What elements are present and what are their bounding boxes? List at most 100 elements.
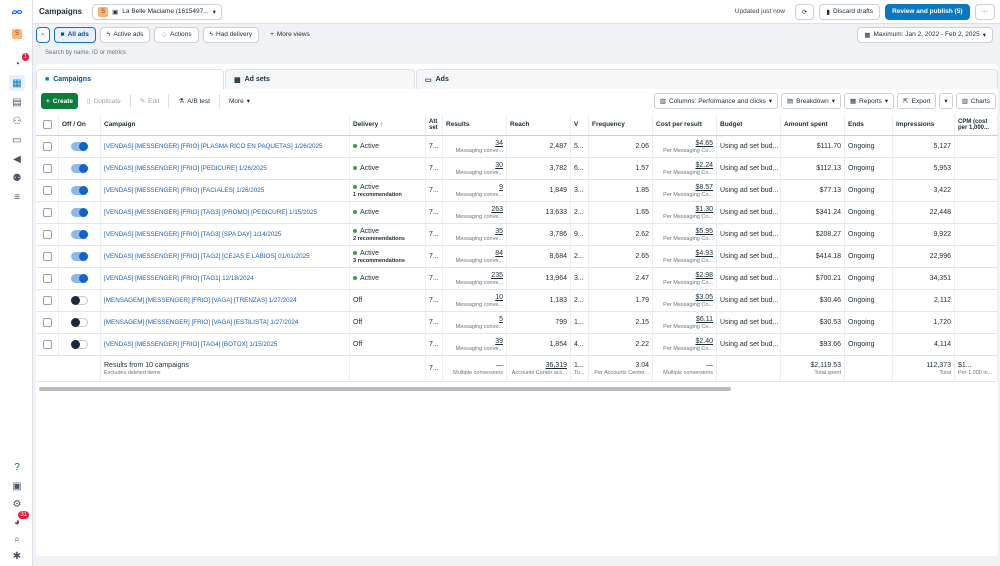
table-grid-icon[interactable]: ▦ [9, 75, 25, 91]
search-icon[interactable]: ⌕ [9, 531, 25, 547]
col-budget[interactable]: Budget [717, 114, 781, 135]
row-checkbox[interactable] [42, 186, 52, 195]
campaign-name-link[interactable]: [VENDAS] [MESSENGER] [FRIO] [PEDICURE] 1… [104, 165, 346, 172]
campaign-toggle[interactable] [71, 252, 88, 261]
row-checkbox[interactable] [42, 296, 52, 305]
table-row[interactable]: [VENDAS] [MESSENGER] [FRIO] [TAG2] [CEJA… [36, 246, 998, 268]
review-publish-button[interactable]: Review and publish (5) [885, 3, 970, 20]
row-checkbox[interactable] [42, 208, 52, 217]
col-ends[interactable]: Ends [845, 114, 893, 135]
col-frequency[interactable]: Frequency [589, 114, 653, 135]
col-attribution[interactable]: Att set [426, 114, 443, 135]
campaign-name-link[interactable]: [MENSAGEM] [MESSENGER] [FRIO] [VAGA] [TR… [104, 297, 346, 304]
reports-dropdown[interactable]: ▦ Reports ▾ [843, 93, 895, 109]
megaphone-icon[interactable]: ◀ [9, 151, 25, 167]
table-row[interactable]: [VENDAS] [MESSENGER] [FRIO] [PLASMA RICO… [36, 136, 998, 158]
account-selector[interactable]: S ▣ La Belle Maciame (1615497... ▾ [92, 3, 222, 20]
row-checkbox[interactable] [42, 318, 52, 327]
row-checkbox[interactable] [42, 274, 52, 283]
date-range-picker[interactable]: ▦ Maximum: Jan 2, 2022 - Feb 2, 2025 ▾ [857, 26, 993, 43]
col-cost-per-result[interactable]: Cost per result [653, 114, 717, 135]
had-delivery-chip[interactable]: ϟ Had delivery [202, 26, 260, 43]
col-results[interactable]: Results [443, 114, 507, 135]
campaign-name-link[interactable]: [VENDAS] [MESSENGER] [FRIO] [TAG3] [PROM… [104, 209, 346, 216]
col-amount-spent[interactable]: Amount spent [781, 114, 845, 135]
row-checkbox[interactable] [42, 164, 52, 173]
table-row[interactable]: [MENSAGEM] [MESSENGER] [FRIO] [VAGA] [TR… [36, 290, 998, 312]
refresh-button[interactable]: ⟳ [794, 3, 815, 20]
table-row[interactable]: [VENDAS] [MESSENGER] [FRIO] [TAG3] [SPA … [36, 224, 998, 246]
notifications-icon[interactable]: ◔ 1 [9, 53, 29, 72]
campaign-toggle[interactable] [71, 274, 88, 283]
col-cpm[interactable]: CPM (cost per 1,000... [955, 114, 998, 135]
export-button[interactable]: ⇱ Export [897, 93, 937, 109]
col-campaign[interactable]: Campaign [101, 114, 350, 135]
campaign-toggle[interactable] [71, 340, 88, 349]
campaign-toggle[interactable] [71, 142, 88, 151]
more-dropdown[interactable]: More ▾ [224, 93, 255, 109]
edit-button[interactable]: ✎ Edit [135, 93, 165, 109]
search-toggle-button[interactable]: ⌕ [36, 26, 50, 43]
campaign-toggle[interactable] [71, 296, 88, 305]
all-ads-chip[interactable]: ■ All ads [53, 26, 96, 43]
campaign-name-link[interactable]: [VENDAS] [MESSENGER] [FRIO] [TAG1] 12/18… [104, 275, 346, 282]
horizontal-scrollbar[interactable] [39, 387, 731, 391]
breakdown-dropdown[interactable]: ▤ Breakdown ▾ [781, 93, 841, 109]
campaign-name-link[interactable]: [VENDAS] [MESSENGER] [FRIO] [PLASMA RICO… [104, 143, 346, 150]
table-row[interactable]: [VENDAS] [MESSENGER] [FRIO] [TAG4] [BOTO… [36, 334, 998, 356]
more-views-button[interactable]: + More views [263, 27, 317, 43]
people-icon[interactable]: ⚉ [9, 170, 25, 186]
columns-dropdown[interactable]: ▥ Columns: Performance and clicks ▾ [653, 93, 779, 109]
table-row[interactable]: [VENDAS] [MESSENGER] [FRIO] [PEDICURE] 1… [36, 158, 998, 180]
recommendation-link[interactable]: 3 recommendations [353, 258, 422, 264]
table-row[interactable]: [VENDAS] [MESSENGER] [FRIO] [FACIALES] 1… [36, 180, 998, 202]
campaign-name-link[interactable]: [VENDAS] [MESSENGER] [FRIO] [TAG2] [CEJA… [104, 253, 346, 260]
campaign-name-link[interactable]: [VENDAS] [MESSENGER] [FRIO] [TAG3] [SPA … [104, 231, 346, 238]
tab-ad-sets[interactable]: ▦ Ad sets [225, 69, 415, 89]
meta-logo-icon[interactable] [9, 4, 25, 20]
settings-icon[interactable]: ⚙ [9, 496, 25, 512]
col-offon[interactable]: Off / On [59, 114, 101, 135]
help-icon[interactable]: ? [9, 459, 25, 475]
charts-button[interactable]: ▥ Charts [955, 93, 996, 109]
col-reach[interactable]: Reach [507, 114, 571, 135]
table-row[interactable]: [MENSAGEM] [MESSENGER] [FRIO] [VAGA] [ES… [36, 312, 998, 334]
table-row[interactable]: [VENDAS] [MESSENGER] [FRIO] [TAG3] [PROM… [36, 202, 998, 224]
campaign-toggle[interactable] [71, 164, 88, 173]
row-checkbox[interactable] [42, 230, 52, 239]
actions-chip[interactable]: ♢ Actions [154, 26, 199, 43]
bug-icon[interactable]: ✱ [9, 548, 25, 564]
discard-drafts-button[interactable]: ▮ Discard drafts [819, 3, 881, 20]
alerts-icon[interactable]: ◕ 31 [9, 511, 29, 530]
row-checkbox[interactable] [42, 340, 52, 349]
row-checkbox[interactable] [42, 142, 52, 151]
more-options-button[interactable]: ··· [974, 3, 995, 20]
active-ads-chip[interactable]: ϟ Active ads [99, 26, 151, 43]
campaign-name-link[interactable]: [VENDAS] [MESSENGER] [FRIO] [FACIALES] 1… [104, 187, 346, 194]
account-avatar[interactable]: S [9, 26, 25, 42]
billing-icon[interactable]: ▭ [9, 132, 25, 148]
select-all-checkbox[interactable] [42, 120, 52, 129]
row-checkbox[interactable] [42, 252, 52, 261]
recommendation-link[interactable]: 1 recommendation [353, 192, 422, 198]
tab-campaigns[interactable]: ■ Campaigns [36, 69, 224, 89]
campaign-toggle[interactable] [71, 230, 88, 239]
col-delivery[interactable]: Delivery ↑ [350, 114, 426, 135]
report-icon[interactable]: ▣ [9, 478, 25, 494]
duplicate-button[interactable]: ▯ Duplicate [82, 93, 126, 109]
export-menu-button[interactable]: ▾ [939, 93, 953, 109]
pages-icon[interactable]: ▤ [9, 94, 25, 110]
search-input[interactable]: Search by name, ID or metrics [45, 50, 126, 56]
create-button[interactable]: + Create [41, 93, 79, 109]
ab-test-button[interactable]: ⚗ A/B test [173, 93, 215, 109]
campaign-toggle[interactable] [71, 208, 88, 217]
campaign-toggle[interactable] [71, 186, 88, 195]
tab-ads[interactable]: ▭ Ads [416, 69, 998, 89]
col-views[interactable]: V [571, 114, 589, 135]
campaign-name-link[interactable]: [MENSAGEM] [MESSENGER] [FRIO] [VAGA] [ES… [104, 319, 346, 326]
col-impressions[interactable]: Impressions [893, 114, 955, 135]
campaign-toggle[interactable] [71, 318, 88, 327]
menu-icon[interactable]: ≡ [9, 189, 25, 205]
campaign-name-link[interactable]: [VENDAS] [MESSENGER] [FRIO] [TAG4] [BOTO… [104, 341, 346, 348]
audiences-icon[interactable]: ⚇ [9, 113, 25, 129]
